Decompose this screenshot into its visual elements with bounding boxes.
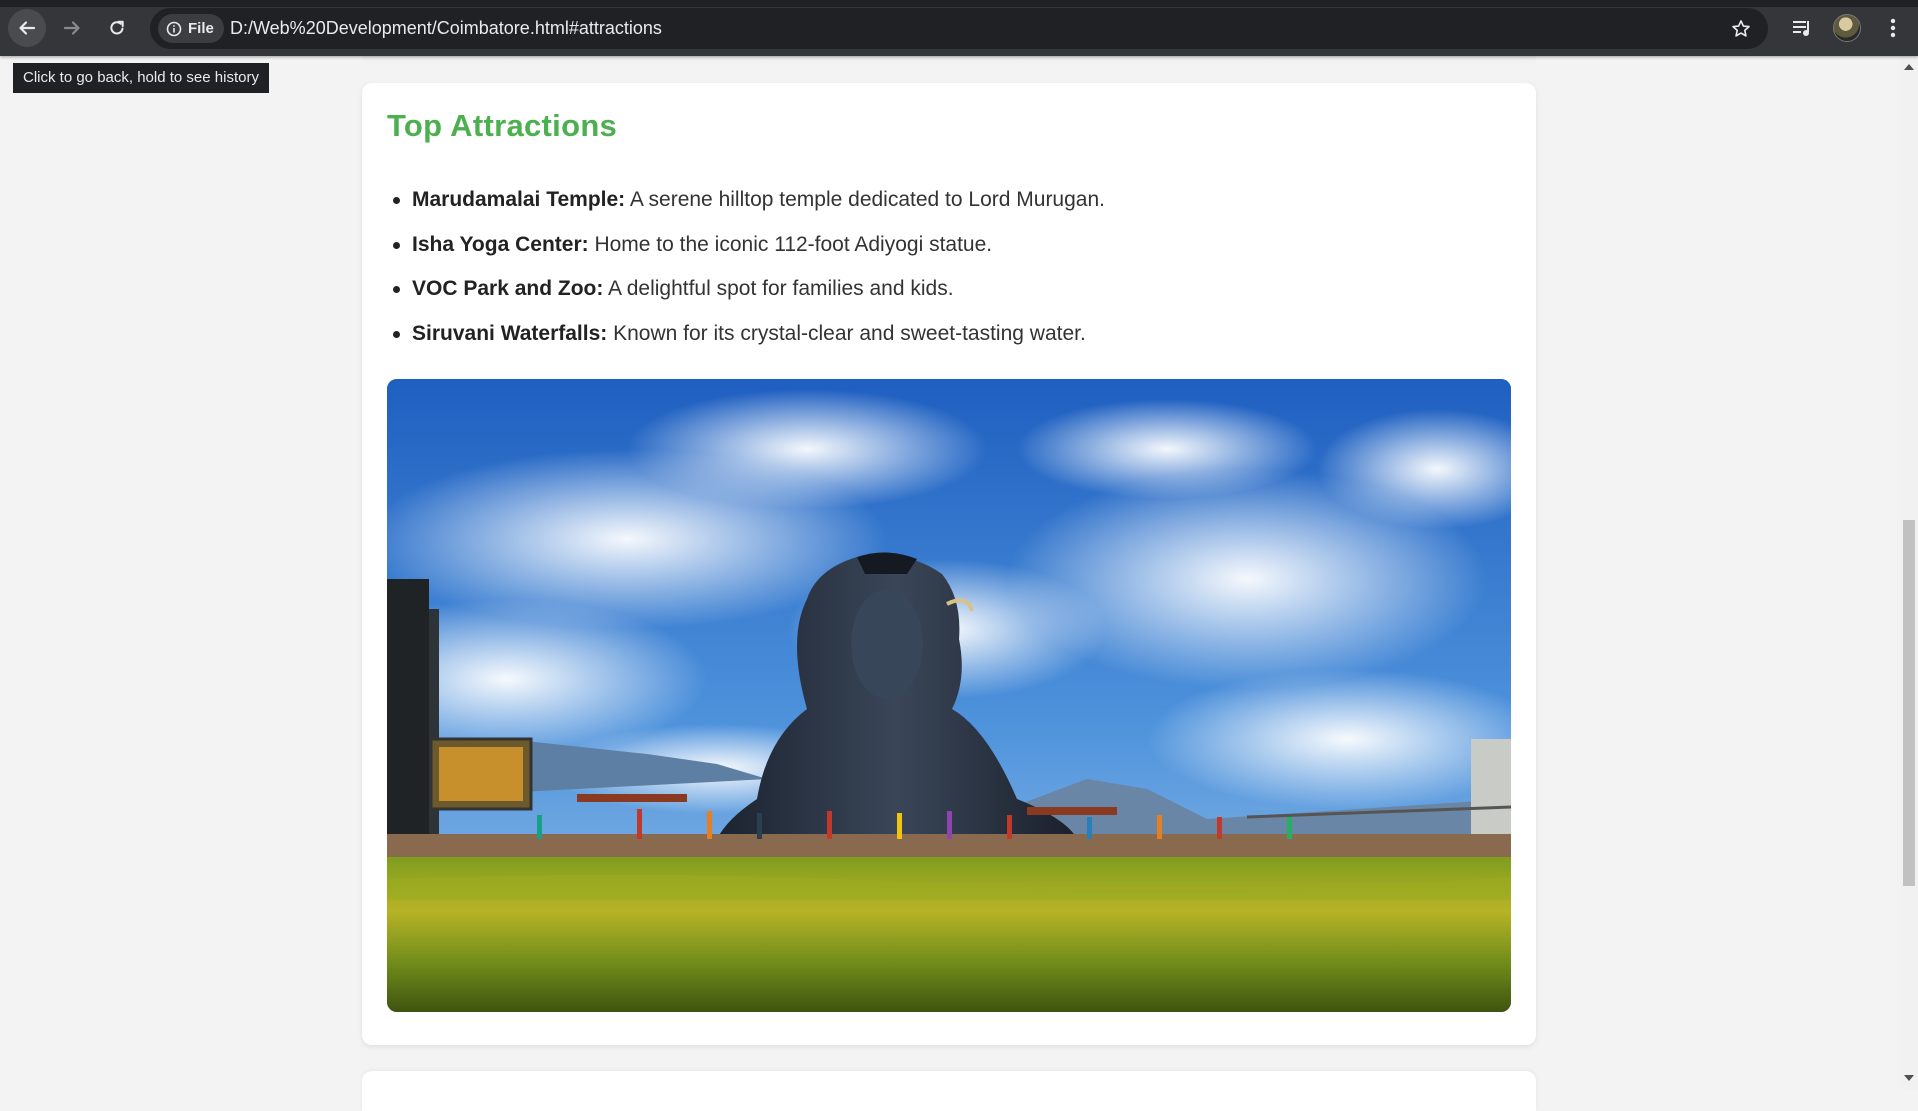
attraction-description: A delightful spot for families and kids. bbox=[603, 277, 954, 300]
back-button-tooltip: Click to go back, hold to see history bbox=[13, 63, 269, 93]
attraction-description: Home to the iconic 112-foot Adiyogi stat… bbox=[588, 232, 993, 256]
address-bar[interactable]: File D:/Web%20Development/Coimbatore.htm… bbox=[150, 8, 1768, 49]
attractions-list: Marudamalai Temple: A serene hilltop tem… bbox=[387, 178, 1105, 356]
site-info-label: File bbox=[188, 20, 214, 37]
list-item: VOC Park and Zoo: A delightful spot for … bbox=[393, 267, 1105, 312]
profile-button[interactable] bbox=[1832, 13, 1862, 43]
attraction-name: Siruvani Waterfalls: bbox=[412, 321, 608, 345]
browser-menu-button[interactable] bbox=[1878, 13, 1908, 43]
arrow-left-icon bbox=[19, 21, 36, 35]
site-info-chip[interactable]: File bbox=[158, 14, 224, 43]
list-item: Isha Yoga Center: Home to the iconic 112… bbox=[393, 223, 1105, 268]
reload-button[interactable] bbox=[98, 9, 136, 47]
url-text[interactable]: D:/Web%20Development/Coimbatore.html#att… bbox=[230, 8, 662, 49]
info-icon bbox=[166, 21, 182, 36]
tab-strip-edge bbox=[0, 0, 1918, 7]
scroll-down-arrow[interactable] bbox=[1904, 1075, 1914, 1081]
scroll-up-arrow[interactable] bbox=[1904, 64, 1914, 70]
list-item: Marudamalai Temple: A serene hilltop tem… bbox=[393, 178, 1105, 223]
attraction-name: VOC Park and Zoo: bbox=[412, 277, 604, 300]
photo-illustration bbox=[387, 379, 1511, 1012]
browser-toolbar: File D:/Web%20Development/Coimbatore.htm… bbox=[0, 0, 1918, 56]
media-queue-icon bbox=[1793, 21, 1809, 36]
adiyogi-statue-photo bbox=[387, 379, 1511, 1012]
scroll-thumb[interactable] bbox=[1903, 520, 1915, 886]
attraction-name: Marudamalai Temple: bbox=[412, 188, 626, 211]
star-icon bbox=[1732, 20, 1750, 37]
arrow-right-icon bbox=[63, 21, 80, 35]
attraction-description: Known for its crystal-clear and sweet-ta… bbox=[607, 321, 1086, 345]
media-controls-button[interactable] bbox=[1787, 13, 1817, 43]
forward-button[interactable] bbox=[53, 9, 91, 47]
bookmark-button[interactable] bbox=[1728, 16, 1754, 42]
back-button[interactable] bbox=[8, 9, 46, 47]
attraction-name: Isha Yoga Center: bbox=[412, 232, 589, 256]
kebab-menu-icon bbox=[1890, 18, 1896, 38]
reload-icon bbox=[110, 20, 124, 35]
page-scrollbar[interactable] bbox=[1900, 56, 1918, 1089]
attraction-description: A serene hilltop temple dedicated to Lor… bbox=[625, 188, 1105, 211]
section-heading: Top Attractions bbox=[387, 108, 618, 143]
attractions-section: Top Attractions Marudamalai Temple: A se… bbox=[362, 83, 1536, 1045]
list-item: Siruvani Waterfalls: Known for its cryst… bbox=[393, 312, 1105, 357]
avatar bbox=[1833, 14, 1861, 42]
next-section-edge bbox=[362, 1071, 1536, 1111]
